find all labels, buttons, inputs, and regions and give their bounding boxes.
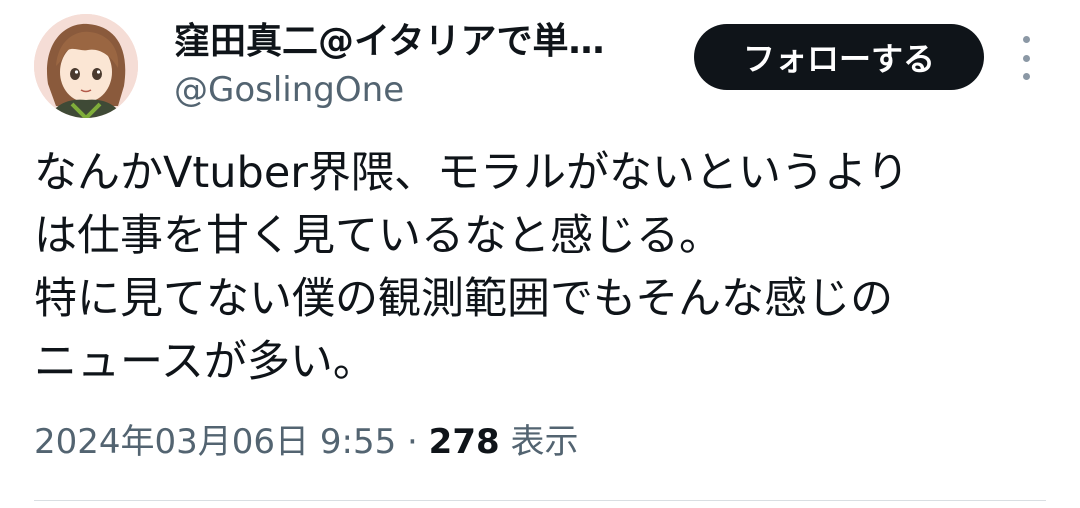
tweet-timestamp[interactable]: 2024年03月06日 9:55 [34,422,396,462]
anime-avatar-icon [34,14,138,118]
follow-button[interactable]: フォローする [694,24,984,90]
author-display-name[interactable]: 窪田真二@イタリアで単… [174,18,674,66]
author-avatar[interactable] [34,14,138,118]
views-count: 278 [428,422,500,462]
ellipsis-dot-icon [1022,73,1030,80]
tweet-text: なんかVtuber界隈、モラルがないというより は仕事を甘く見ているなと感じる。… [34,148,910,387]
meta-separator: · [407,422,418,462]
author-handle[interactable]: @GoslingOne [174,66,404,114]
divider [34,500,1046,501]
more-options-button[interactable] [1010,36,1042,80]
tweet-meta: 2024年03月06日 9:55 · 278 表示 [34,418,578,466]
views-label: 表示 [510,422,579,462]
ellipsis-dot-icon [1022,36,1030,43]
follow-button-label: フォローする [742,40,935,78]
ellipsis-dot-icon [1022,54,1030,62]
tweet-card: 窪田真二@イタリアで単… @GoslingOne フォローする なんかVtube… [0,0,1080,508]
